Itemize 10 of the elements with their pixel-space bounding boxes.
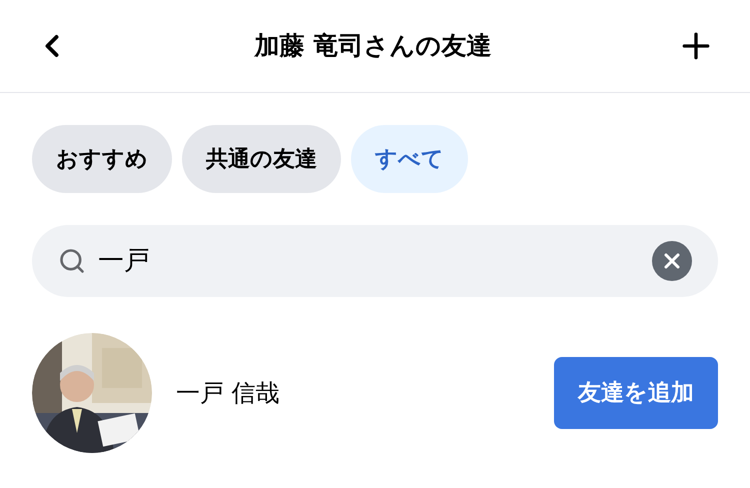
page-title: 加藤 竜司さんの友達 — [254, 30, 492, 62]
filter-chip[interactable]: 共通の友達 — [182, 125, 341, 193]
filter-chip[interactable]: おすすめ — [32, 125, 172, 193]
search-icon — [58, 247, 86, 275]
add-friend-button[interactable]: 友達を追加 — [554, 357, 718, 429]
clear-button[interactable] — [652, 241, 692, 281]
search-bar[interactable]: 一戸 — [32, 225, 718, 297]
friend-name: 一戸 信哉 — [176, 378, 281, 409]
filter-chip[interactable]: すべて — [351, 125, 468, 193]
search-field[interactable]: 一戸 — [98, 242, 640, 280]
